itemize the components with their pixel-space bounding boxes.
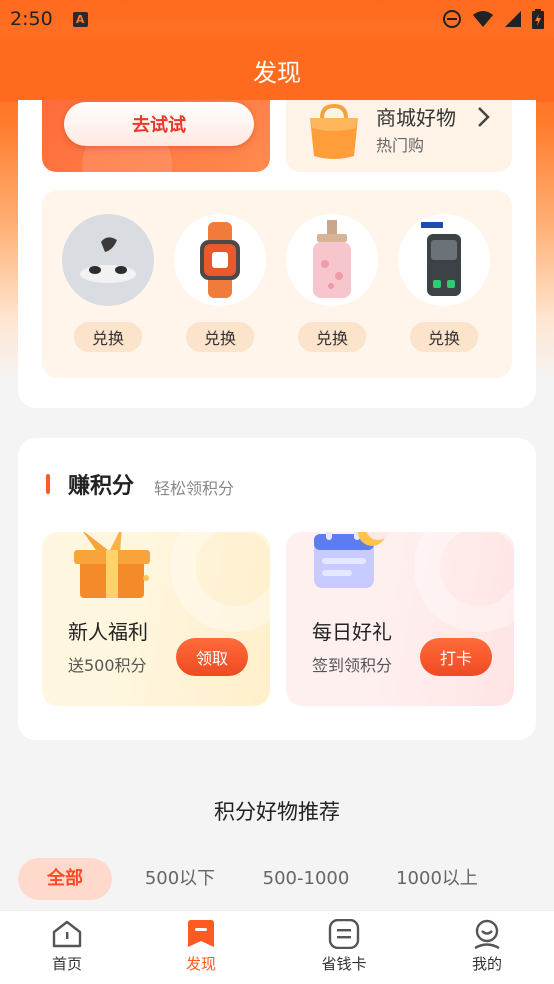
filter-tab-under-500[interactable]: 500以下 xyxy=(134,858,226,900)
nav-savings-card[interactable]: 省钱卡 xyxy=(304,919,384,974)
earn-points-title: 赚积分 xyxy=(68,474,135,499)
nav-label: 首页 xyxy=(51,955,82,973)
gift-box-icon xyxy=(74,532,150,598)
app-header: 发现 xyxy=(0,38,554,102)
earbuds-image xyxy=(62,214,154,306)
chevron-right-icon xyxy=(478,107,490,127)
card-decoration xyxy=(170,532,270,632)
task-subtitle: 签到领积分 xyxy=(312,656,393,675)
profile-icon xyxy=(474,919,500,949)
discover-icon xyxy=(188,920,214,947)
bottom-navigation: 首页 发现 省钱卡 我的 xyxy=(0,910,554,984)
battery-icon xyxy=(532,9,544,29)
product-earbuds[interactable]: 兑换 xyxy=(62,214,154,354)
task-title: 每日好礼 xyxy=(312,620,392,644)
check-in-button[interactable]: 打卡 xyxy=(420,638,492,676)
newcomer-bonus-card[interactable]: 新人福利 送500积分 领取 xyxy=(42,532,270,706)
status-bar: 2:50 A xyxy=(0,0,554,38)
task-subtitle: 送500积分 xyxy=(68,656,147,675)
home-icon xyxy=(52,920,82,948)
recommend-title: 积分好物推荐 xyxy=(214,800,340,824)
nav-home[interactable]: 首页 xyxy=(27,919,107,974)
shopping-bag-icon xyxy=(310,104,358,159)
exchange-button[interactable]: 兑换 xyxy=(410,322,478,352)
smartwatch-image xyxy=(174,214,266,306)
body-wash-image xyxy=(286,214,378,306)
calendar-icon xyxy=(314,532,390,588)
card-icon xyxy=(328,919,360,949)
filter-tab-500-1000[interactable]: 500-1000 xyxy=(256,858,356,900)
exchange-button[interactable]: 兑换 xyxy=(74,322,142,352)
daily-gift-card[interactable]: 每日好礼 签到领积分 打卡 xyxy=(286,532,514,706)
wifi-icon xyxy=(473,11,493,27)
claim-button[interactable]: 领取 xyxy=(176,638,248,676)
nav-discover[interactable]: 发现 xyxy=(161,919,241,974)
filter-tab-over-1000[interactable]: 1000以上 xyxy=(386,858,488,900)
nav-profile[interactable]: 我的 xyxy=(447,919,527,974)
notification-app-icon: A xyxy=(72,11,88,27)
exchange-products-panel: 兑换 兑换 兑换 兑换 xyxy=(42,190,512,378)
product-smartwatch[interactable]: 兑换 xyxy=(174,214,266,354)
page-title: 发现 xyxy=(253,58,301,87)
gaming-earbuds-image xyxy=(398,214,490,306)
try-banner: 去试试 xyxy=(42,100,270,172)
signal-icon xyxy=(505,11,521,27)
exchange-button[interactable]: 兑换 xyxy=(298,322,366,352)
nav-label: 省钱卡 xyxy=(321,955,367,973)
try-button[interactable]: 去试试 xyxy=(64,102,254,146)
do-not-disturb-icon xyxy=(443,10,461,28)
earn-points-subtitle: 轻松领积分 xyxy=(154,479,235,498)
earn-points-card: 赚积分 轻松领积分 新人福利 送500积分 领取 每日好礼 签到领积分 打卡 xyxy=(18,438,536,740)
product-body-wash[interactable]: 兑换 xyxy=(286,214,378,354)
section-accent-bar xyxy=(46,474,50,494)
mall-title: 商城好物 xyxy=(376,106,456,130)
mall-entry[interactable]: 商城好物 热门购 xyxy=(286,100,512,172)
exchange-button[interactable]: 兑换 xyxy=(186,322,254,352)
mall-subtitle: 热门购 xyxy=(376,136,425,155)
status-time: 2:50 xyxy=(10,8,53,30)
product-gaming-earbuds[interactable]: 兑换 xyxy=(398,214,490,354)
filter-tab-all[interactable]: 全部 xyxy=(18,858,112,900)
nav-label: 我的 xyxy=(471,955,502,973)
task-title: 新人福利 xyxy=(68,620,148,644)
nav-label: 发现 xyxy=(185,955,216,973)
card-decoration xyxy=(414,532,514,632)
points-mall-card: 去试试 商城好物 热门购 兑换 兑换 兑换 兑换 xyxy=(18,100,536,408)
